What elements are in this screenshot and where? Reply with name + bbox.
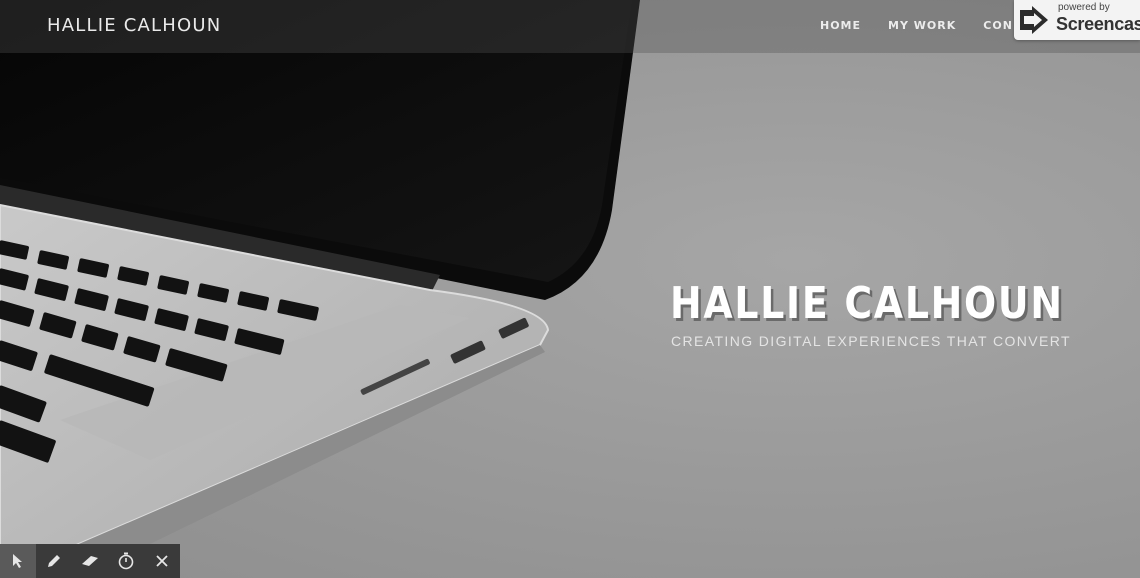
watermark-brand: Screencas (1056, 14, 1140, 34)
hero-subtitle: CREATING DIGITAL EXPERIENCES THAT CONVER… (671, 333, 1071, 349)
nav-links: HOME MY WORK CON (820, 19, 1013, 32)
tool-close[interactable] (144, 544, 180, 578)
screencast-logo-icon (1020, 6, 1048, 34)
annotation-toolbar (0, 544, 180, 578)
site-brand[interactable]: HALLIE CALHOUN (47, 15, 221, 36)
nav-link-my-work[interactable]: MY WORK (888, 19, 956, 32)
screencast-watermark[interactable]: powered by Screencas (1014, 0, 1140, 40)
top-navbar: HALLIE CALHOUN HOME MY WORK CON (0, 0, 1140, 53)
pencil-icon (48, 555, 60, 567)
eraser-icon (82, 556, 98, 566)
watermark-powered-by: powered by (1058, 2, 1110, 13)
nav-link-contact[interactable]: CON (983, 19, 1013, 32)
cursor-icon (13, 554, 22, 568)
nav-link-home[interactable]: HOME (820, 19, 861, 32)
hero-title: HALLIE CALHOUN (670, 278, 1064, 329)
close-icon (156, 555, 168, 567)
tool-eraser[interactable] (72, 544, 108, 578)
timer-icon (118, 552, 134, 570)
tool-pencil[interactable] (36, 544, 72, 578)
tool-cursor[interactable] (0, 544, 36, 578)
tool-timer[interactable] (108, 544, 144, 578)
